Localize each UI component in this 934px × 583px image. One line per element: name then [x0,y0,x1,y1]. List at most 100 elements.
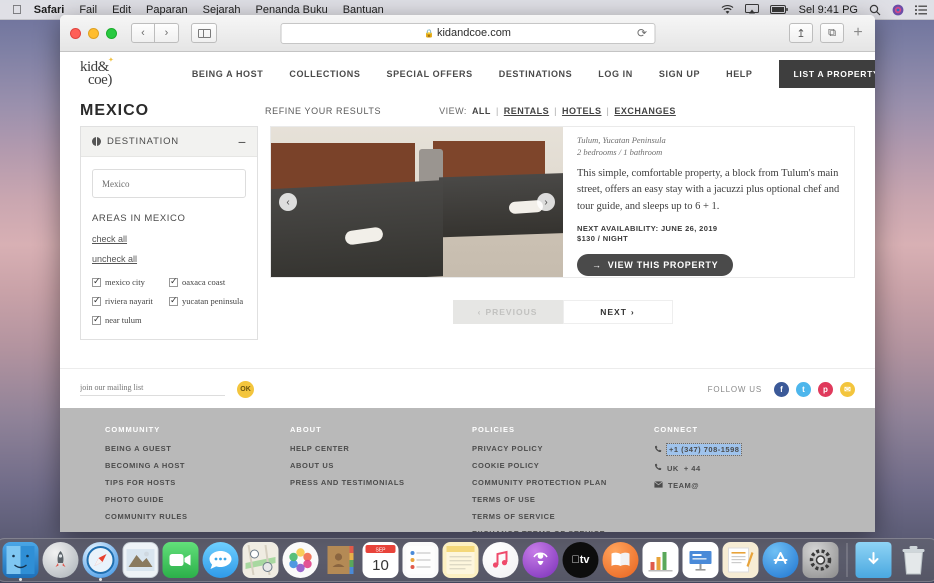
check-all-link[interactable]: check all [92,234,246,244]
property-photo[interactable]: ‹ › [271,127,563,277]
footer-link-exchange-terms-of-service[interactable]: EXCHANGE TERMS OF SERVICE [472,529,654,532]
footer-link-terms-of-use[interactable]: TERMS OF USE [472,495,654,504]
calendar-icon[interactable]: SEP10 [363,542,399,578]
appstore-icon[interactable] [763,542,799,578]
notes-icon[interactable] [443,542,479,578]
mail-icon[interactable] [123,542,159,578]
footer-contact-email[interactable]: TEAM@ [654,481,814,490]
appletv-icon[interactable]: tv [563,542,599,578]
nav-log-in[interactable]: LOG IN [598,69,633,79]
address-bar[interactable]: 🔒 kidandcoe.com ⟳ [280,23,655,44]
tabs-overview-button[interactable]: ⧉ [820,23,844,43]
view-option-all[interactable]: ALL [472,106,491,116]
checkbox-icon[interactable] [169,297,178,306]
checkbox-icon[interactable] [92,316,101,325]
finder-icon[interactable] [3,542,39,578]
footer-link-privacy-policy[interactable]: PRIVACY POLICY [472,444,654,453]
collapse-filter-icon[interactable]: − [238,138,246,146]
kidandcoe-logo[interactable]: kid& coe) ✦ [80,61,112,87]
view-option-rentals[interactable]: RENTALS [504,106,549,116]
menu-item-penanda-buku[interactable]: Penanda Buku [256,4,328,16]
apple-menu-icon[interactable]:  [12,3,22,16]
airplay-icon[interactable] [745,4,759,15]
maps-icon[interactable] [243,542,279,578]
maximize-window-button[interactable] [106,28,117,39]
system-preferences-icon[interactable] [803,542,839,578]
footer-link-photo-guide[interactable]: PHOTO GUIDE [105,495,290,504]
wifi-icon[interactable] [721,5,734,15]
new-tab-button[interactable]: + [851,24,865,42]
footer-link-community-protection-plan[interactable]: COMMUNITY PROTECTION PLAN [472,478,654,487]
pages-icon[interactable] [723,542,759,578]
mailing-list-input[interactable] [80,383,225,396]
spotlight-search-icon[interactable] [869,4,881,16]
safari-icon[interactable] [83,542,119,578]
view-option-hotels[interactable]: HOTELS [562,106,602,116]
area-checkbox-yucatan-peninsula[interactable]: yucatan peninsula [169,296,246,306]
view-option-exchanges[interactable]: EXCHANGES [614,106,676,116]
nav-special-offers[interactable]: SPECIAL OFFERS [386,69,472,79]
menu-bar-clock[interactable]: Sel 9:41 PG [799,4,858,16]
menu-item-paparan[interactable]: Paparan [146,4,188,16]
nav-being-a-host[interactable]: BEING A HOST [192,69,264,79]
menu-item-bantuan[interactable]: Bantuan [343,4,384,16]
footer-link-cookie-policy[interactable]: COOKIE POLICY [472,461,654,470]
battery-icon[interactable] [770,5,788,14]
area-checkbox-oaxaca-coast[interactable]: oaxaca coast [169,277,246,287]
reload-icon[interactable]: ⟳ [637,26,647,40]
view-this-property-button[interactable]: → VIEW THIS PROPERTY [577,254,733,276]
destination-input[interactable] [92,169,246,198]
previous-page-button[interactable]: ‹ PREVIOUS [453,300,563,324]
footer-link-terms-of-service[interactable]: TERMS OF SERVICE [472,512,654,521]
menu-item-sejarah[interactable]: Sejarah [203,4,241,16]
photo-next-arrow-icon[interactable]: › [537,193,555,211]
mailing-list-ok-button[interactable]: OK [237,381,254,398]
books-icon[interactable] [603,542,639,578]
property-listing-card[interactable]: ‹ › Tulum, Yucatan Peninsula 2 bedrooms … [270,126,855,278]
area-checkbox-near-tulum[interactable]: near tulum [92,315,169,325]
footer-link-press-and-testimonials[interactable]: PRESS AND TESTIMONIALS [290,478,472,487]
podcasts-icon[interactable] [523,542,559,578]
menu-item-edit[interactable]: Edit [112,4,131,16]
forward-button[interactable]: › [155,23,179,43]
back-button[interactable]: ‹ [131,23,155,43]
footer-contact-uk[interactable]: UK + 44 [654,463,814,473]
nav-collections[interactable]: COLLECTIONS [289,69,360,79]
area-checkbox-riviera-nayarit[interactable]: riviera nayarit [92,296,169,306]
area-checkbox-mexico-city[interactable]: mexico city [92,277,169,287]
next-page-button[interactable]: NEXT › [563,300,673,324]
numbers-icon[interactable] [643,542,679,578]
twitter-icon[interactable]: t [796,382,811,397]
menu-item-fail[interactable]: Fail [79,4,97,16]
close-window-button[interactable] [70,28,81,39]
reminders-icon[interactable] [403,542,439,578]
destination-filter-header[interactable]: DESTINATION − [81,127,257,157]
minimize-window-button[interactable] [88,28,99,39]
photos-icon[interactable] [283,542,319,578]
keynote-icon[interactable] [683,542,719,578]
downloads-folder-icon[interactable] [856,542,892,578]
uncheck-all-link[interactable]: uncheck all [92,254,246,264]
music-icon[interactable] [483,542,519,578]
notification-center-icon[interactable] [915,5,927,15]
footer-link-help-center[interactable]: HELP CENTER [290,444,472,453]
footer-link-being-a-guest[interactable]: BEING A GUEST [105,444,290,453]
footer-link-tips-for-hosts[interactable]: TIPS FOR HOSTS [105,478,290,487]
footer-contact-usa[interactable]: +1 (347) 708-1598 [654,444,814,455]
contacts-icon[interactable] [323,542,359,578]
facetime-icon[interactable] [163,542,199,578]
photo-prev-arrow-icon[interactable]: ‹ [279,193,297,211]
nav-sign-up[interactable]: SIGN UP [659,69,700,79]
nav-destinations[interactable]: DESTINATIONS [499,69,573,79]
pinterest-icon[interactable]: p [818,382,833,397]
footer-link-community-rules[interactable]: COMMUNITY RULES [105,512,290,521]
list-a-property-button[interactable]: LIST A PROPERTY [779,60,876,88]
footer-link-becoming-a-host[interactable]: BECOMING A HOST [105,461,290,470]
facebook-icon[interactable]: f [774,382,789,397]
nav-help[interactable]: HELP [726,69,752,79]
usa-phone-number[interactable]: +1 (347) 708-1598 [667,444,741,455]
checkbox-icon[interactable] [92,278,101,287]
menu-item-safari[interactable]: Safari [34,4,65,16]
checkbox-icon[interactable] [169,278,178,287]
show-sidebar-button[interactable] [191,23,217,43]
